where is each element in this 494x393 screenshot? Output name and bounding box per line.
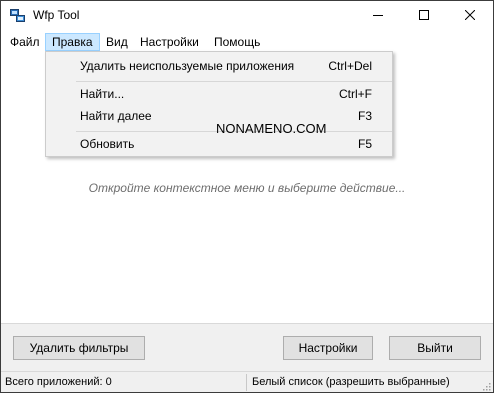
menu-item-label: Найти... [80, 87, 125, 101]
menu-item-label: Удалить неиспользуемые приложения [80, 59, 295, 73]
empty-hint: Откройте контекстное меню и выберите дей… [88, 181, 406, 195]
menu-file[interactable]: Файл [4, 33, 46, 51]
network-app-icon [10, 9, 26, 23]
minimize-button[interactable] [355, 1, 401, 31]
menu-item-shortcut: F5 [357, 137, 372, 151]
menu-separator [76, 81, 392, 82]
edit-dropdown-menu: Удалить неиспользуемые приложения Ctrl+D… [45, 51, 393, 157]
resize-grip-icon[interactable] [481, 380, 491, 391]
bottom-panel: Удалить фильтры Настройки Выйти [1, 323, 493, 371]
remove-filters-button[interactable]: Удалить фильтры [13, 336, 145, 360]
menu-settings[interactable]: Настройки [134, 33, 205, 51]
window-title: Wfp Tool [33, 8, 80, 22]
watermark-text: NONAMENO.COM [216, 121, 327, 136]
menu-item-find[interactable]: Найти... Ctrl+F [46, 83, 392, 105]
menu-view[interactable]: Вид [100, 33, 134, 51]
maximize-button[interactable] [401, 1, 447, 31]
menu-item-shortcut: F3 [357, 109, 372, 123]
menu-item-shortcut: Ctrl+F [339, 87, 372, 101]
menu-item-label: Обновить [80, 137, 135, 151]
minimize-icon [373, 9, 383, 23]
app-window: Wfp Tool Файл Правка Вид Настройки Помощ… [0, 0, 494, 393]
menu-item-remove-unused[interactable]: Удалить неиспользуемые приложения Ctrl+D… [46, 55, 392, 77]
menu-edit[interactable]: Правка [45, 33, 100, 51]
exit-button[interactable]: Выйти [389, 336, 481, 360]
close-icon [464, 9, 476, 23]
status-mode: Белый список (разрешить выбранные) [252, 376, 450, 388]
menu-bar: Файл Правка Вид Настройки Помощь [1, 32, 493, 52]
maximize-icon [419, 9, 429, 23]
title-bar[interactable]: Wfp Tool [1, 1, 493, 31]
status-divider [246, 374, 247, 391]
close-button[interactable] [447, 1, 493, 31]
menu-help[interactable]: Помощь [208, 33, 266, 51]
menu-item-refresh[interactable]: Обновить F5 [46, 133, 392, 155]
menu-item-shortcut: Ctrl+Del [328, 59, 372, 73]
settings-button[interactable]: Настройки [283, 336, 373, 360]
status-total-apps: Всего приложений: 0 [5, 376, 112, 388]
status-bar: Всего приложений: 0 Белый список (разреш… [1, 371, 493, 392]
menu-item-label: Найти далее [80, 109, 152, 123]
